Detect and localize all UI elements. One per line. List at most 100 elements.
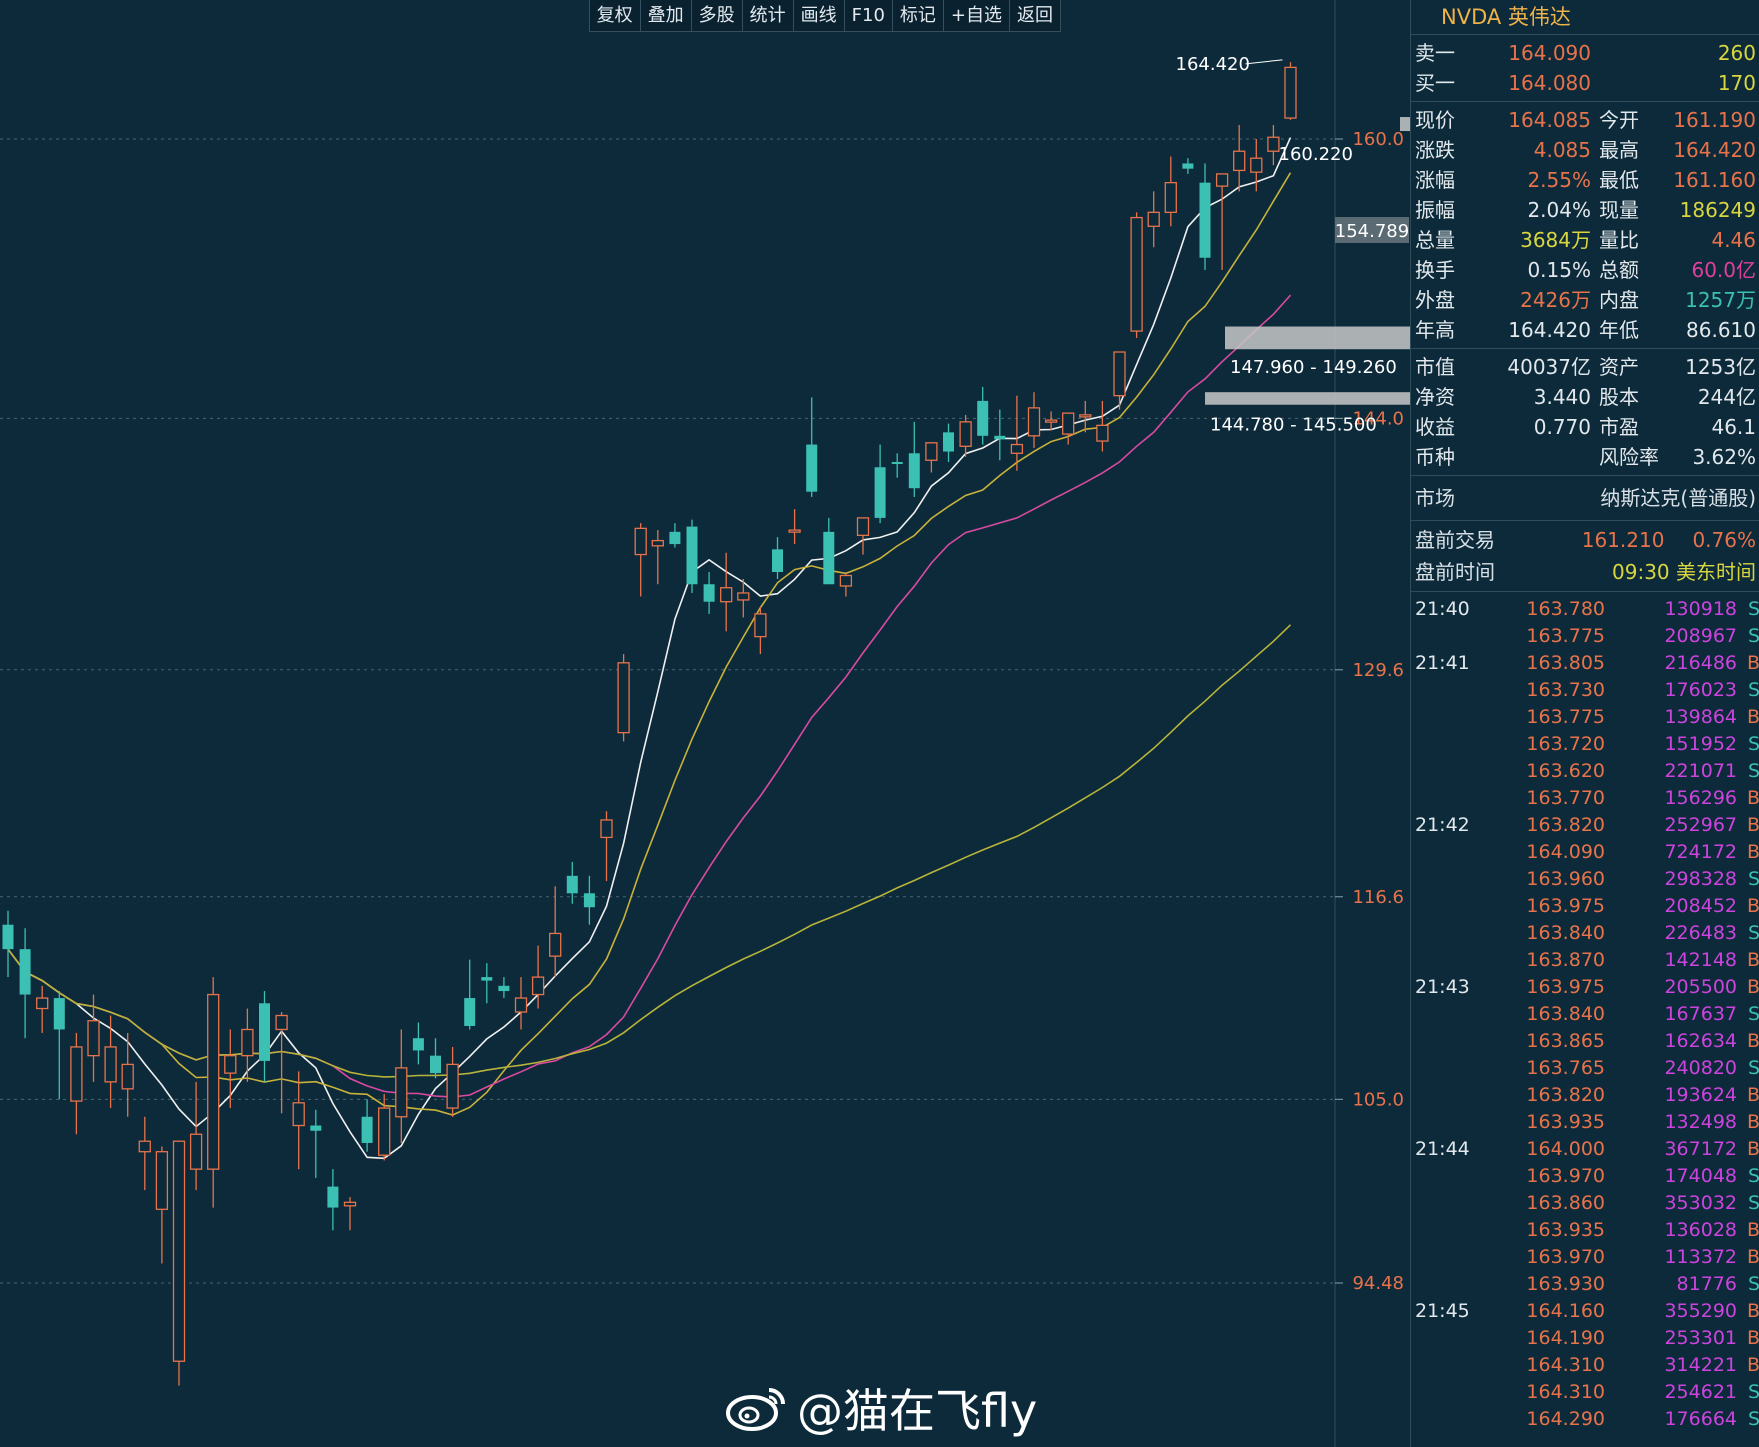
toolbar-button[interactable]: F10 (845, 0, 893, 31)
candle-body (874, 467, 886, 518)
candle-body (1233, 150, 1246, 172)
tick-volume: 176664 (1664, 1408, 1737, 1430)
tick-side: B (1746, 787, 1759, 809)
tick-side: B (1746, 1354, 1759, 1376)
tick-side: S (1747, 868, 1759, 890)
tick-volume: 216486 (1664, 652, 1737, 674)
price-zone-lower (1205, 392, 1410, 405)
stat-label: 现价 (1415, 108, 1455, 132)
stat-row: 涨幅 2.55% 最低 161.160 (1411, 165, 1759, 195)
tick-price: 163.930 (1526, 1273, 1605, 1295)
toolbar-button[interactable]: 返回 (1010, 0, 1061, 31)
kline-svg[interactable]: 160.0144.0129.6116.6105.094.48154.789164… (0, 0, 1410, 1447)
candle-body (224, 1055, 237, 1074)
tick-time (1411, 758, 1503, 785)
candle-body (994, 435, 1006, 440)
tick-volume: 156296 (1664, 787, 1737, 809)
tick-time (1411, 704, 1503, 731)
tick-side: S (1747, 1273, 1759, 1295)
kline-chart[interactable]: 160.0 144.0 129.6 116.6 105.0 94.48 154.789 164… (0, 0, 1410, 1447)
tick-volume: 208967 (1664, 625, 1737, 647)
fund-value: 40037亿 (1507, 355, 1591, 379)
tick-side: B (1746, 652, 1759, 674)
tick-price: 163.840 (1526, 922, 1605, 944)
stat-label: 总额 (1599, 258, 1639, 282)
tick-time (1411, 893, 1503, 920)
stat-value: 2426万 (1520, 288, 1591, 312)
toolbar-button[interactable]: 画线 (794, 0, 845, 31)
toolbar-button[interactable]: +自选 (944, 0, 1010, 31)
tick-price: 163.975 (1526, 976, 1605, 998)
tick-time (1411, 785, 1503, 812)
candle-body (241, 1028, 254, 1057)
book-volume: 260 (1717, 41, 1756, 65)
watermark: @猫在飞fly (725, 1375, 1037, 1441)
candle-body (1182, 163, 1194, 169)
tick-row: 163.870 142148 B (1411, 947, 1759, 974)
tick-row: 163.930 81776 S (1411, 1271, 1759, 1298)
toolbar-button[interactable]: 叠加 (641, 0, 692, 31)
book-label: 买一 (1415, 71, 1455, 95)
candle-body (430, 1055, 441, 1074)
price-axis-label: 116.6 (1352, 887, 1404, 908)
stat-value: 164.085 (1508, 108, 1591, 132)
tick-volume: 162634 (1664, 1030, 1737, 1052)
candle-body (1215, 173, 1229, 187)
tick-side: S (1747, 679, 1759, 701)
candle-body (395, 1067, 408, 1118)
tick-volume: 253301 (1664, 1327, 1737, 1349)
candle-body (378, 1107, 391, 1156)
tick-row: 21:41 163.805 216486 B (1411, 650, 1759, 677)
tick-side: B (1746, 814, 1759, 836)
tick-volume: 254621 (1664, 1381, 1737, 1403)
tick-volume: 174048 (1664, 1165, 1737, 1187)
candle-body (121, 1063, 134, 1090)
tick-row: 163.935 132498 B (1411, 1109, 1759, 1136)
tick-time (1411, 1163, 1503, 1190)
fund-label: 收益 (1415, 415, 1455, 439)
tick-row: 163.730 176023 S (1411, 677, 1759, 704)
stat-label: 外盘 (1415, 288, 1455, 312)
fundamental-row: 收益 0.770 市盈 46.1 (1411, 412, 1759, 442)
toolbar-button[interactable]: 标记 (893, 0, 944, 31)
fund-value: 3.62% (1692, 445, 1756, 469)
candle-body (292, 1102, 305, 1127)
candle-body (104, 1046, 117, 1083)
tick-price: 164.000 (1526, 1138, 1605, 1160)
tick-row: 21:42 163.820 252967 B (1411, 812, 1759, 839)
tick-row: 164.190 253301 B (1411, 1325, 1759, 1352)
tick-list[interactable]: 21:40 163.780 130918 S 163.775 208967 S 21:41 16… (1411, 592, 1759, 1433)
candle-body (207, 993, 220, 1170)
tick-side: S (1747, 1165, 1759, 1187)
candle-body (275, 1014, 288, 1031)
candle-body (959, 421, 972, 447)
tick-price: 163.820 (1526, 814, 1605, 836)
candle-body (19, 949, 31, 995)
toolbar-button[interactable]: 统计 (743, 0, 794, 31)
price-axis-label: 160.0 (1352, 129, 1404, 150)
tick-volume: 221071 (1664, 760, 1737, 782)
tick-volume: 142148 (1664, 949, 1737, 971)
stat-label: 量比 (1599, 228, 1639, 252)
tick-row: 21:43 163.975 205500 B (1411, 974, 1759, 1001)
toolbar-button[interactable]: 多股 (692, 0, 743, 31)
tick-price: 163.970 (1526, 1165, 1605, 1187)
candle-body (1096, 424, 1109, 442)
stat-value: 164.420 (1508, 318, 1591, 342)
tick-side: B (1746, 895, 1759, 917)
tick-volume: 193624 (1664, 1084, 1737, 1106)
tick-volume: 113372 (1664, 1246, 1737, 1268)
quote-panel: NVDA 英伟达 卖一 164.090 260 买一 164.080 170 现价 164.… (1410, 0, 1759, 1447)
tick-price: 163.860 (1526, 1192, 1605, 1214)
tick-volume: 139864 (1664, 706, 1737, 728)
fund-value (1495, 442, 1591, 472)
premarket-pct: 0.76% (1692, 528, 1756, 552)
tick-time (1411, 1028, 1503, 1055)
tick-price: 164.310 (1526, 1381, 1605, 1403)
tick-time (1411, 623, 1503, 650)
tick-volume: 355290 (1664, 1300, 1737, 1322)
moving-average-line (7, 137, 1292, 1160)
candle-body (531, 976, 545, 996)
candle-body (1027, 407, 1041, 437)
toolbar-button[interactable]: 复权 (590, 0, 641, 31)
